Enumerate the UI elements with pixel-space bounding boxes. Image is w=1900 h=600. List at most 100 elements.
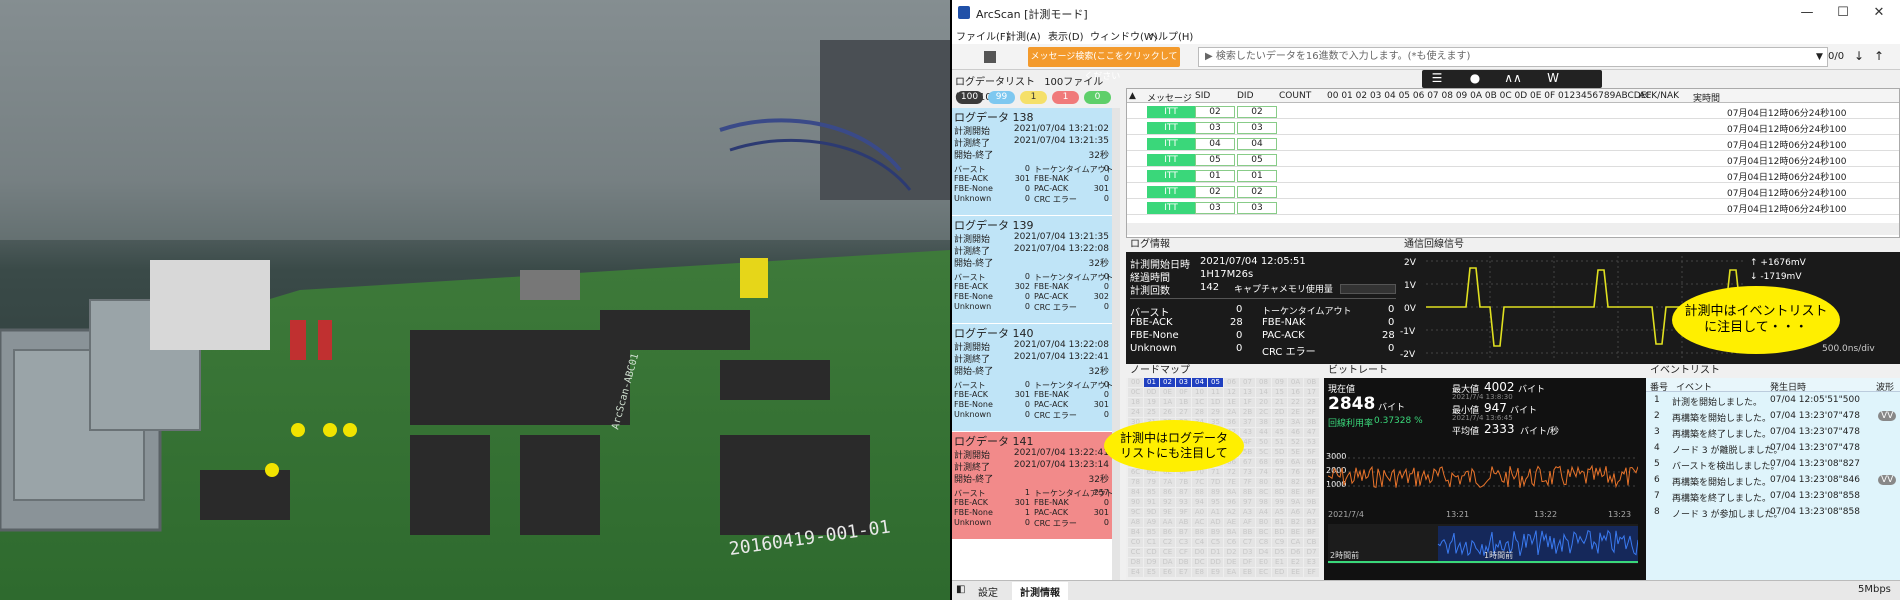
node-cell[interactable]: E0: [1256, 558, 1271, 567]
col-did[interactable]: DID: [1237, 91, 1254, 101]
node-cell[interactable]: D4: [1256, 548, 1271, 557]
node-cell[interactable]: B0: [1256, 518, 1271, 527]
node-cell[interactable]: A0: [1192, 508, 1207, 517]
node-cell[interactable]: AC: [1192, 518, 1207, 527]
node-cell[interactable]: 9E: [1160, 508, 1175, 517]
node-cell[interactable]: 09: [1272, 378, 1287, 387]
node-cell[interactable]: E6: [1160, 568, 1175, 577]
node-cell[interactable]: 7C: [1192, 478, 1207, 487]
arrow-down-icon[interactable]: ↓: [1854, 49, 1864, 63]
node-cell[interactable]: 5E: [1288, 448, 1303, 457]
node-cell[interactable]: 69: [1272, 458, 1287, 467]
node-cell[interactable]: 2F: [1304, 408, 1319, 417]
node-cell[interactable]: 1D: [1208, 398, 1223, 407]
list-item[interactable]: 6 再構築を開始しました。 07/04 13:23'08"846 VV: [1646, 474, 1900, 489]
node-cell[interactable]: D3: [1240, 548, 1255, 557]
table-row[interactable]: ITT 03 03 07月04日12時06分24秒100: [1127, 121, 1899, 135]
node-cell[interactable]: BD: [1272, 528, 1287, 537]
node-cell[interactable]: 98: [1256, 498, 1271, 507]
node-cell[interactable]: DD: [1208, 558, 1223, 567]
node-cell[interactable]: A6: [1288, 508, 1303, 517]
node-cell[interactable]: 24: [1128, 408, 1143, 417]
node-cell[interactable]: 47: [1304, 428, 1319, 437]
node-cell[interactable]: 86: [1160, 488, 1175, 497]
node-cell[interactable]: 75: [1272, 468, 1287, 477]
node-cell[interactable]: D0: [1192, 548, 1207, 557]
node-cell[interactable]: 2C: [1256, 408, 1271, 417]
node-cell[interactable]: A5: [1272, 508, 1287, 517]
node-cell[interactable]: BF: [1304, 528, 1319, 537]
node-cell[interactable]: 7B: [1176, 478, 1191, 487]
loglist-entry[interactable]: ログデータ 139 計測開始 2021/07/04 13:21:35 計測終了 2021…: [952, 216, 1114, 323]
menu-view[interactable]: 表示(D): [1048, 28, 1084, 43]
node-cell[interactable]: 72: [1224, 468, 1239, 477]
node-cell[interactable]: BC: [1256, 528, 1271, 537]
col-acknak[interactable]: ACK/NAK: [1639, 91, 1679, 101]
node-cell[interactable]: 18: [1128, 398, 1143, 407]
badge-total[interactable]: 100: [956, 91, 983, 104]
node-cell[interactable]: 26: [1160, 408, 1175, 417]
node-cell[interactable]: AB: [1176, 518, 1191, 527]
node-cell[interactable]: 9A: [1288, 498, 1303, 507]
node-cell[interactable]: E7: [1176, 568, 1191, 577]
node-cell[interactable]: EB: [1240, 568, 1255, 577]
stop-icon[interactable]: [984, 51, 996, 63]
node-cell[interactable]: 28: [1192, 408, 1207, 417]
node-cell[interactable]: 87: [1176, 488, 1191, 497]
node-cell[interactable]: B5: [1144, 528, 1159, 537]
badge-other[interactable]: 0: [1084, 91, 1111, 104]
node-cell[interactable]: B9: [1208, 528, 1223, 537]
node-cell[interactable]: AA: [1160, 518, 1175, 527]
node-cell[interactable]: 8E: [1288, 488, 1303, 497]
node-cell[interactable]: 67: [1240, 458, 1255, 467]
list-item[interactable]: 5 バーストを検出しました。 07/04 13:23'08"827: [1646, 458, 1900, 473]
node-cell[interactable]: CF: [1176, 548, 1191, 557]
node-cell[interactable]: A3: [1240, 508, 1255, 517]
panel-toggle-icon[interactable]: ◧: [956, 584, 965, 595]
node-cell[interactable]: EF: [1304, 568, 1319, 577]
node-cell[interactable]: 81: [1272, 478, 1287, 487]
node-cell[interactable]: 38: [1256, 418, 1271, 427]
node-cell[interactable]: 1E: [1224, 398, 1239, 407]
node-cell-active[interactable]: 01: [1144, 378, 1159, 387]
col-count[interactable]: COUNT: [1279, 91, 1311, 101]
maximize-button[interactable]: ☐: [1828, 3, 1858, 23]
node-cell[interactable]: 45: [1272, 428, 1287, 437]
node-cell[interactable]: 7D: [1208, 478, 1223, 487]
node-cell[interactable]: C4: [1192, 538, 1207, 547]
node-cell[interactable]: 52: [1288, 438, 1303, 447]
ev-col-no[interactable]: 番号: [1650, 380, 1668, 393]
node-cell[interactable]: E3: [1304, 558, 1319, 567]
node-cell[interactable]: 84: [1128, 488, 1143, 497]
node-cell[interactable]: C7: [1240, 538, 1255, 547]
node-cell[interactable]: 16: [1288, 388, 1303, 397]
node-cell[interactable]: D1: [1208, 548, 1223, 557]
node-cell[interactable]: CD: [1144, 548, 1159, 557]
node-cell[interactable]: C1: [1144, 538, 1159, 547]
event-wave[interactable]: VV: [1878, 411, 1897, 421]
node-cell[interactable]: B8: [1192, 528, 1207, 537]
tab-settings[interactable]: 設定: [978, 584, 998, 599]
node-cell[interactable]: 27: [1176, 408, 1191, 417]
node-cell[interactable]: E4: [1128, 568, 1143, 577]
node-cell[interactable]: 12: [1224, 388, 1239, 397]
node-cell[interactable]: D9: [1144, 558, 1159, 567]
node-cell[interactable]: EA: [1224, 568, 1239, 577]
node-cell[interactable]: 29: [1208, 408, 1223, 417]
node-cell[interactable]: 17: [1304, 388, 1319, 397]
node-cell[interactable]: 15: [1272, 388, 1287, 397]
node-cell[interactable]: 3A: [1288, 418, 1303, 427]
menu-measure[interactable]: 計測(A): [1006, 28, 1041, 43]
table-row[interactable]: ITT 02 02 07月04日12時06分24秒100: [1127, 185, 1899, 199]
node-cell[interactable]: 46: [1288, 428, 1303, 437]
loglist-scrollbar[interactable]: [1112, 108, 1120, 580]
node-cell[interactable]: 9B: [1304, 498, 1319, 507]
node-cell[interactable]: 8C: [1256, 488, 1271, 497]
message-table-hscroll[interactable]: [1127, 223, 1899, 235]
node-cell[interactable]: 43: [1240, 428, 1255, 437]
node-cell[interactable]: 7F: [1240, 478, 1255, 487]
node-cell[interactable]: 2B: [1240, 408, 1255, 417]
sort-up-icon[interactable]: ▲: [1129, 91, 1136, 101]
table-row[interactable]: ITT 02 02 07月04日12時06分24秒100: [1127, 105, 1899, 119]
node-cell[interactable]: 8D: [1272, 488, 1287, 497]
